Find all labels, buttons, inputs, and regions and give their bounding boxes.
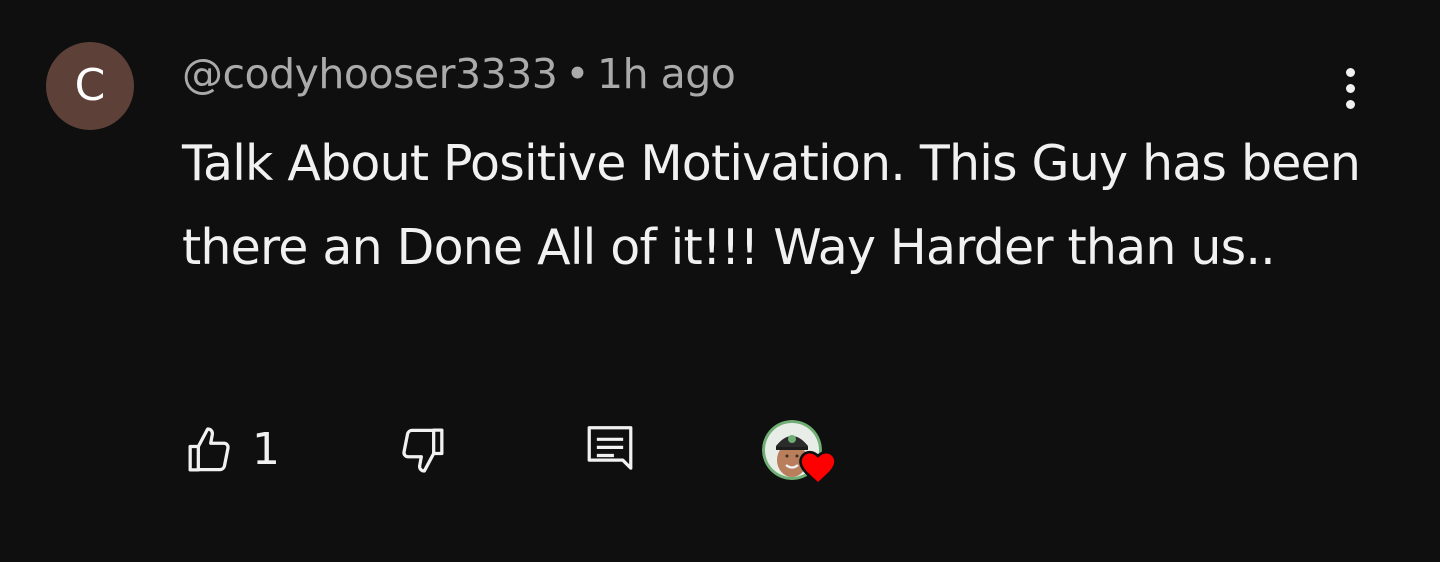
dislike-button[interactable] <box>394 422 450 478</box>
like-button[interactable]: 1 <box>182 422 280 478</box>
author-avatar[interactable]: C <box>46 42 134 130</box>
more-actions-button[interactable] <box>1320 58 1380 118</box>
comment-thread: C @codyhooser3333 • 1h ago Talk About Posi… <box>0 0 1440 562</box>
comment-timestamp[interactable]: 1h ago <box>597 50 736 98</box>
avatar-letter: C <box>74 60 106 111</box>
like-count: 1 <box>252 424 280 475</box>
comment-header: @codyhooser3333 • 1h ago <box>182 50 736 98</box>
thumbs-up-icon <box>188 427 230 472</box>
comment-reply-icon <box>587 426 633 470</box>
heart-icon <box>799 450 837 486</box>
creator-heart-badge <box>762 420 842 492</box>
thumbs-down-icon <box>402 428 444 473</box>
comment-body: Talk About Positive Motivation. This Guy… <box>182 135 1361 276</box>
vertical-dots-icon <box>1345 67 1355 77</box>
meta-separator: • <box>565 50 590 98</box>
author-handle[interactable]: @codyhooser3333 <box>182 50 558 98</box>
reply-button[interactable] <box>582 422 638 482</box>
